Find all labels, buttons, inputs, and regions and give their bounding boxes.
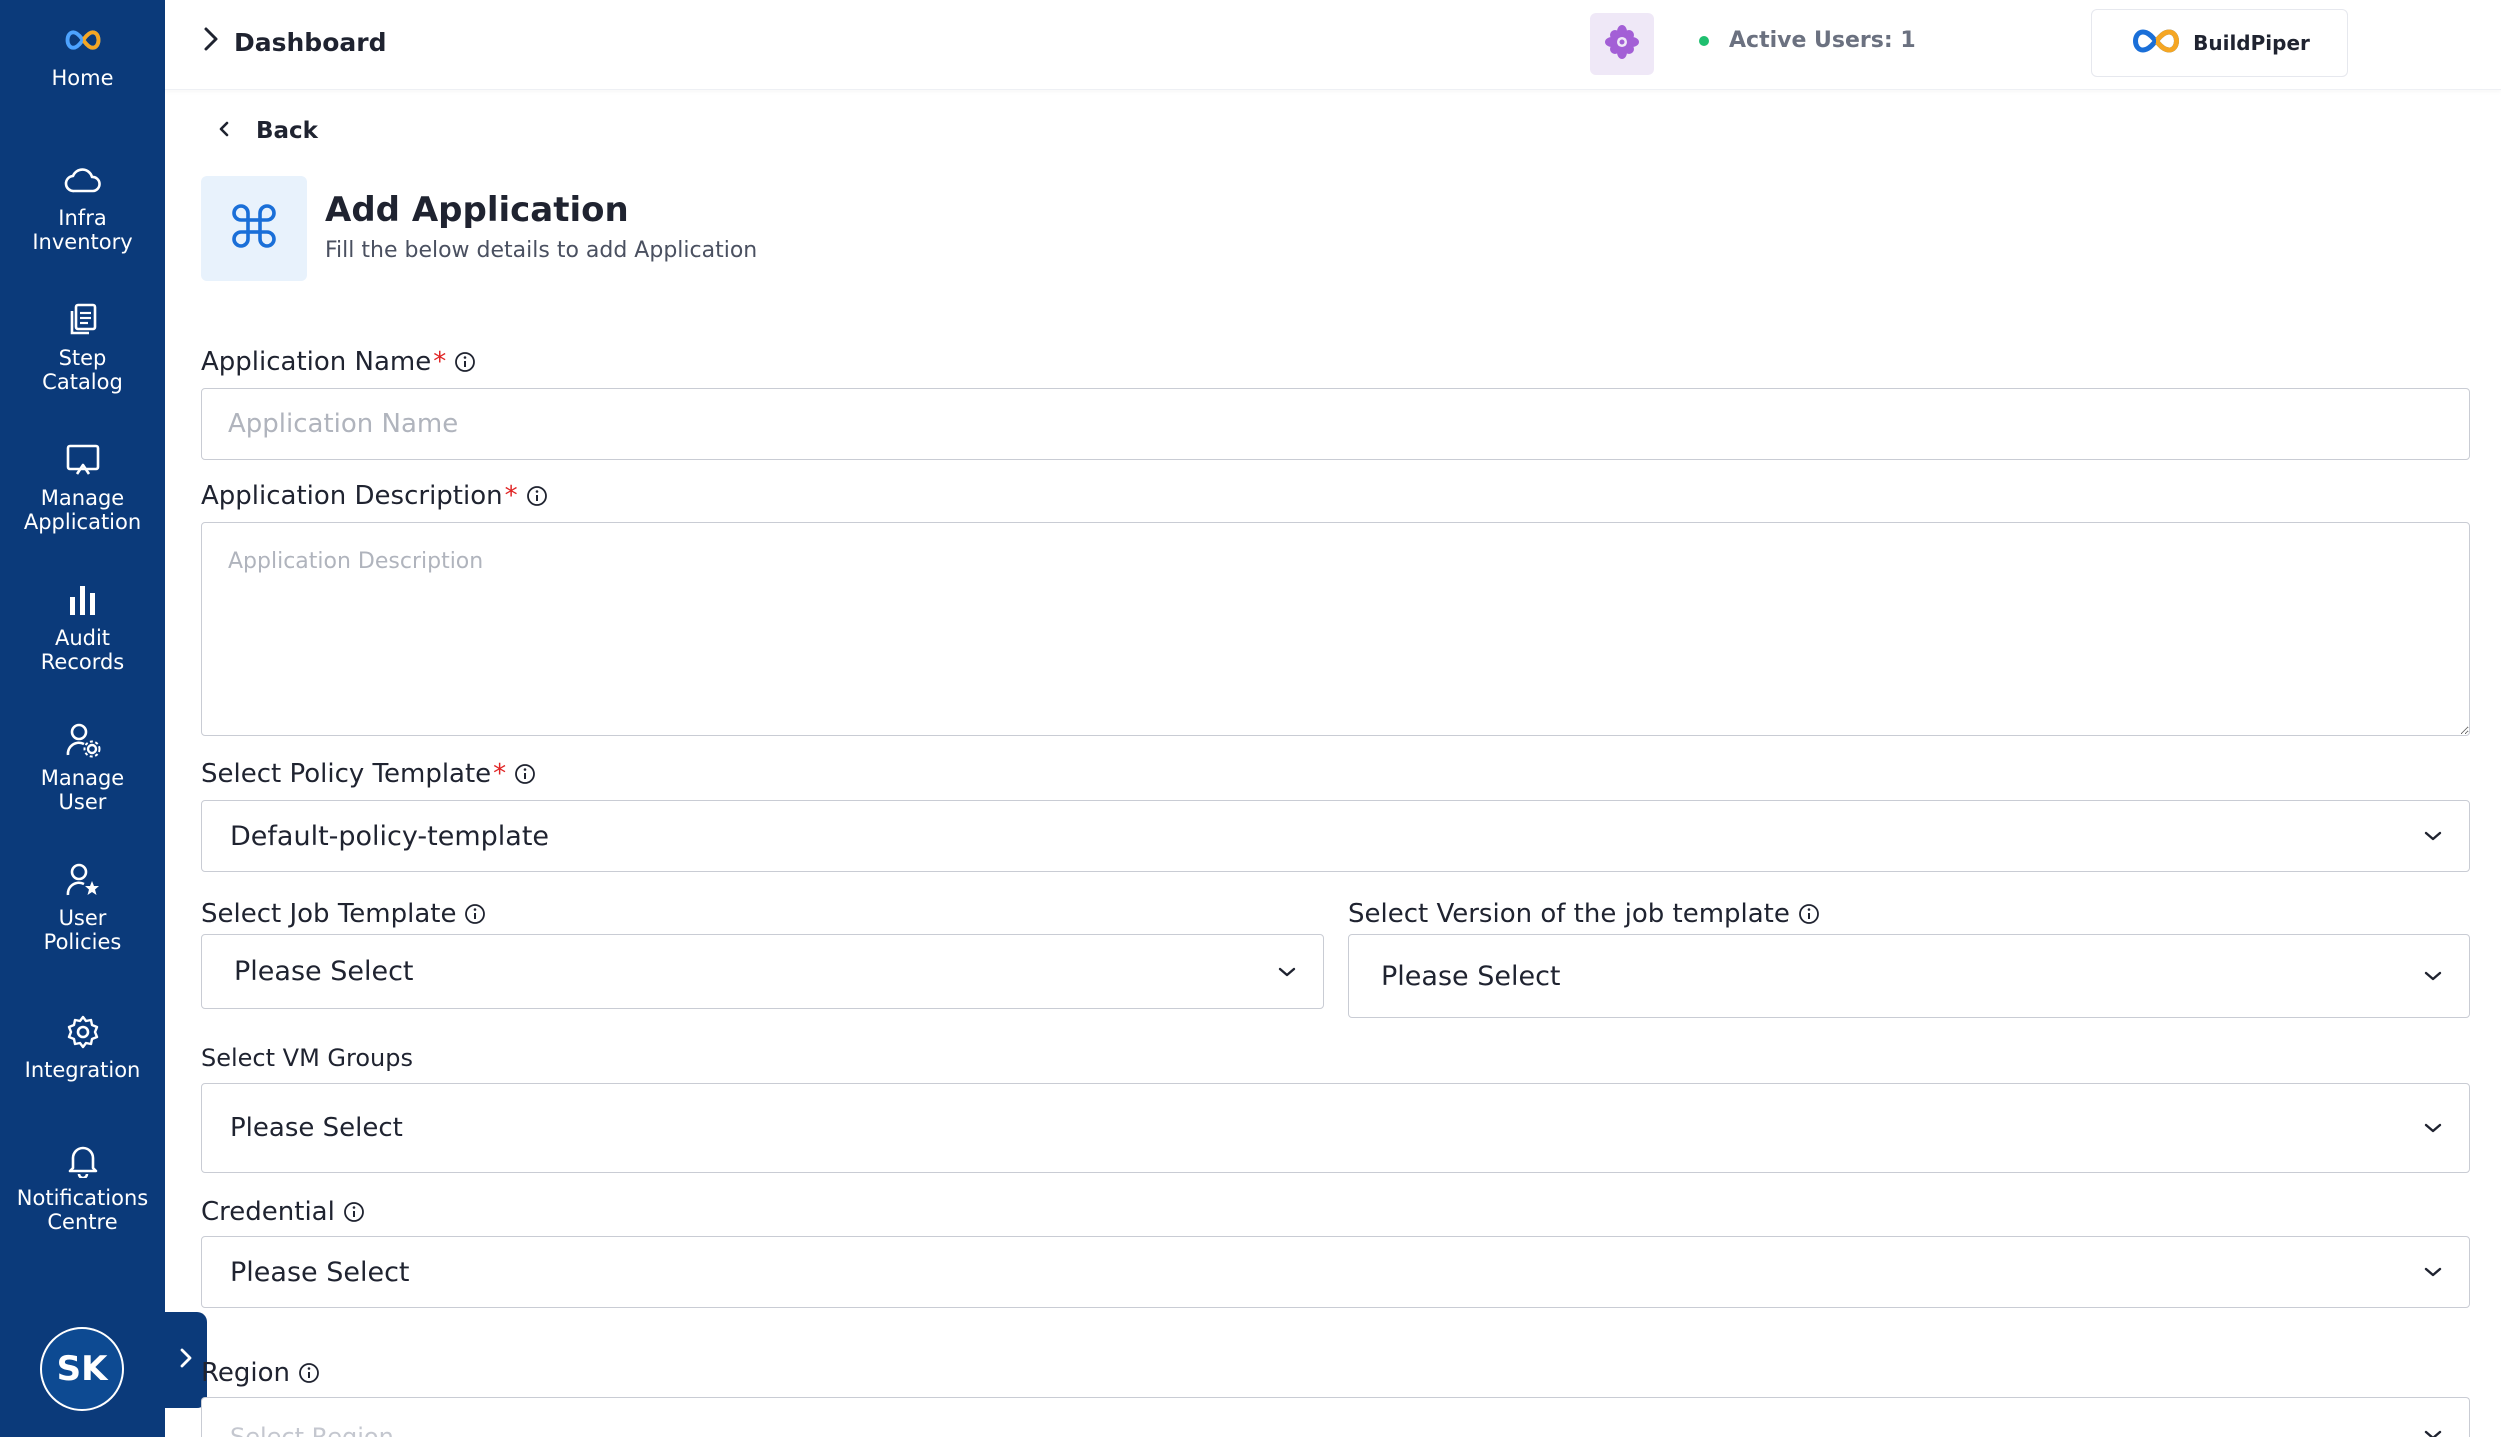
- command-icon: [230, 202, 278, 255]
- breadcrumb-label: Dashboard: [234, 27, 387, 57]
- buildpiper-logo-icon: [2129, 26, 2183, 61]
- field-label-text: Select Job Template: [201, 899, 457, 929]
- application-description-textarea[interactable]: [201, 522, 2470, 736]
- chevron-down-icon: [2423, 970, 2443, 982]
- vm-groups-label: Select VM Groups: [201, 1044, 413, 1072]
- info-icon[interactable]: [526, 485, 548, 507]
- chevron-down-icon: [2423, 1429, 2443, 1437]
- vm-groups-select[interactable]: Please Select: [201, 1083, 2470, 1173]
- application-icon-tile: [201, 176, 307, 281]
- policy-template-label: Select Policy Template *: [201, 759, 536, 789]
- credential-select[interactable]: Please Select: [201, 1236, 2470, 1308]
- application-name-input[interactable]: [201, 388, 2470, 460]
- select-placeholder: Select Region: [230, 1423, 394, 1437]
- bar-chart-icon: [63, 580, 103, 620]
- user-star-icon: [63, 860, 103, 900]
- select-value: Please Select: [230, 1113, 403, 1143]
- field-label-text: Select Policy Template: [201, 759, 492, 789]
- app-description-label: Application Description *: [201, 481, 548, 511]
- info-icon[interactable]: [464, 903, 486, 925]
- sidebar-item-label: Step Catalog: [42, 346, 123, 394]
- sidebar-item-manage-user[interactable]: Manage User: [0, 720, 165, 814]
- job-template-version-select[interactable]: Please Select: [1348, 934, 2470, 1018]
- sidebar-item-label: Home: [51, 66, 114, 90]
- job-template-version-label: Select Version of the job template: [1348, 899, 1820, 929]
- field-label-text: Application Description: [201, 481, 503, 511]
- sidebar-item-label: Integration: [24, 1058, 141, 1082]
- active-users-label: Active Users: 1: [1729, 28, 1916, 53]
- breadcrumb[interactable]: Dashboard: [202, 26, 386, 58]
- buildpiper-logo-icon: [63, 20, 103, 60]
- chevron-right-icon: [178, 1347, 194, 1374]
- sidebar: Home Infra Inventory Step Catalog Manage…: [0, 0, 165, 1437]
- info-icon[interactable]: [298, 1362, 320, 1384]
- field-label-text: Region: [201, 1358, 291, 1388]
- back-label: Back: [256, 118, 318, 144]
- top-header: Dashboard Active Users: 1 BuildPiper: [165, 0, 2501, 90]
- field-label-text: Select VM Groups: [201, 1044, 413, 1072]
- status-dot: [1699, 35, 1709, 46]
- copy-icon: [63, 300, 103, 340]
- monitor-icon: [63, 440, 103, 480]
- required-asterisk: *: [504, 481, 518, 511]
- ai-assistant-button[interactable]: [1590, 13, 1654, 75]
- sidebar-item-audit-records[interactable]: Audit Records: [0, 580, 165, 674]
- required-asterisk: *: [433, 347, 447, 377]
- brand-name: BuildPiper: [2193, 31, 2310, 55]
- credential-label: Credential: [201, 1197, 365, 1227]
- sidebar-item-notifications-centre[interactable]: Notifications Centre: [0, 1140, 165, 1234]
- sidebar-item-label: Audit Records: [40, 626, 125, 674]
- select-value: Default-policy-template: [230, 820, 550, 852]
- user-gear-icon: [63, 720, 103, 760]
- select-value: Please Select: [230, 1256, 410, 1288]
- active-users-indicator: Active Users: 1: [1699, 28, 1916, 53]
- avatar[interactable]: SK: [40, 1327, 124, 1411]
- chevron-left-icon: [218, 118, 230, 144]
- page-title: Add Application: [325, 190, 629, 230]
- sidebar-item-user-policies[interactable]: User Policies: [0, 860, 165, 954]
- region-label: Region: [201, 1358, 320, 1388]
- chevron-right-icon: [202, 26, 220, 58]
- job-template-label: Select Job Template: [201, 899, 486, 929]
- info-icon[interactable]: [343, 1201, 365, 1223]
- chevron-down-icon: [2423, 1122, 2443, 1134]
- sidebar-item-integration[interactable]: Integration: [0, 1012, 165, 1082]
- chevron-down-icon: [2423, 1266, 2443, 1278]
- field-label-text: Application Name: [201, 347, 432, 377]
- required-asterisk: *: [493, 759, 507, 789]
- job-template-select[interactable]: Please Select: [201, 934, 1324, 1009]
- page-subtitle: Fill the below details to add Applicatio…: [325, 238, 758, 263]
- info-icon[interactable]: [1798, 903, 1820, 925]
- sidebar-item-label: Infra Inventory: [32, 206, 133, 254]
- sidebar-item-label: Notifications Centre: [16, 1186, 149, 1234]
- field-label-text: Credential: [201, 1197, 335, 1227]
- chevron-down-icon: [2423, 830, 2443, 842]
- chevron-down-icon: [1277, 966, 1297, 978]
- sidebar-item-step-catalog[interactable]: Step Catalog: [0, 300, 165, 394]
- bell-icon: [63, 1140, 103, 1180]
- info-icon[interactable]: [514, 763, 536, 785]
- sidebar-item-home[interactable]: Home: [0, 20, 165, 90]
- brand-badge[interactable]: BuildPiper: [2091, 9, 2348, 77]
- sidebar-item-label: User Policies: [43, 906, 122, 954]
- field-label-text: Select Version of the job template: [1348, 899, 1790, 929]
- sidebar-item-label: Manage User: [40, 766, 125, 814]
- select-value: Please Select: [1381, 960, 1561, 992]
- policy-template-select[interactable]: Default-policy-template: [201, 800, 2470, 872]
- sidebar-item-label: Manage Application: [23, 486, 142, 534]
- cloud-icon: [63, 160, 103, 200]
- gear-icon: [63, 1012, 103, 1052]
- info-icon[interactable]: [454, 351, 476, 373]
- flower-icon: [1603, 23, 1641, 66]
- sidebar-item-infra-inventory[interactable]: Infra Inventory: [0, 160, 165, 254]
- app-name-label: Application Name *: [201, 347, 476, 377]
- region-select[interactable]: Select Region: [201, 1397, 2470, 1437]
- sidebar-item-manage-application[interactable]: Manage Application: [0, 440, 165, 534]
- select-value: Please Select: [234, 956, 414, 987]
- back-button[interactable]: Back: [218, 118, 318, 144]
